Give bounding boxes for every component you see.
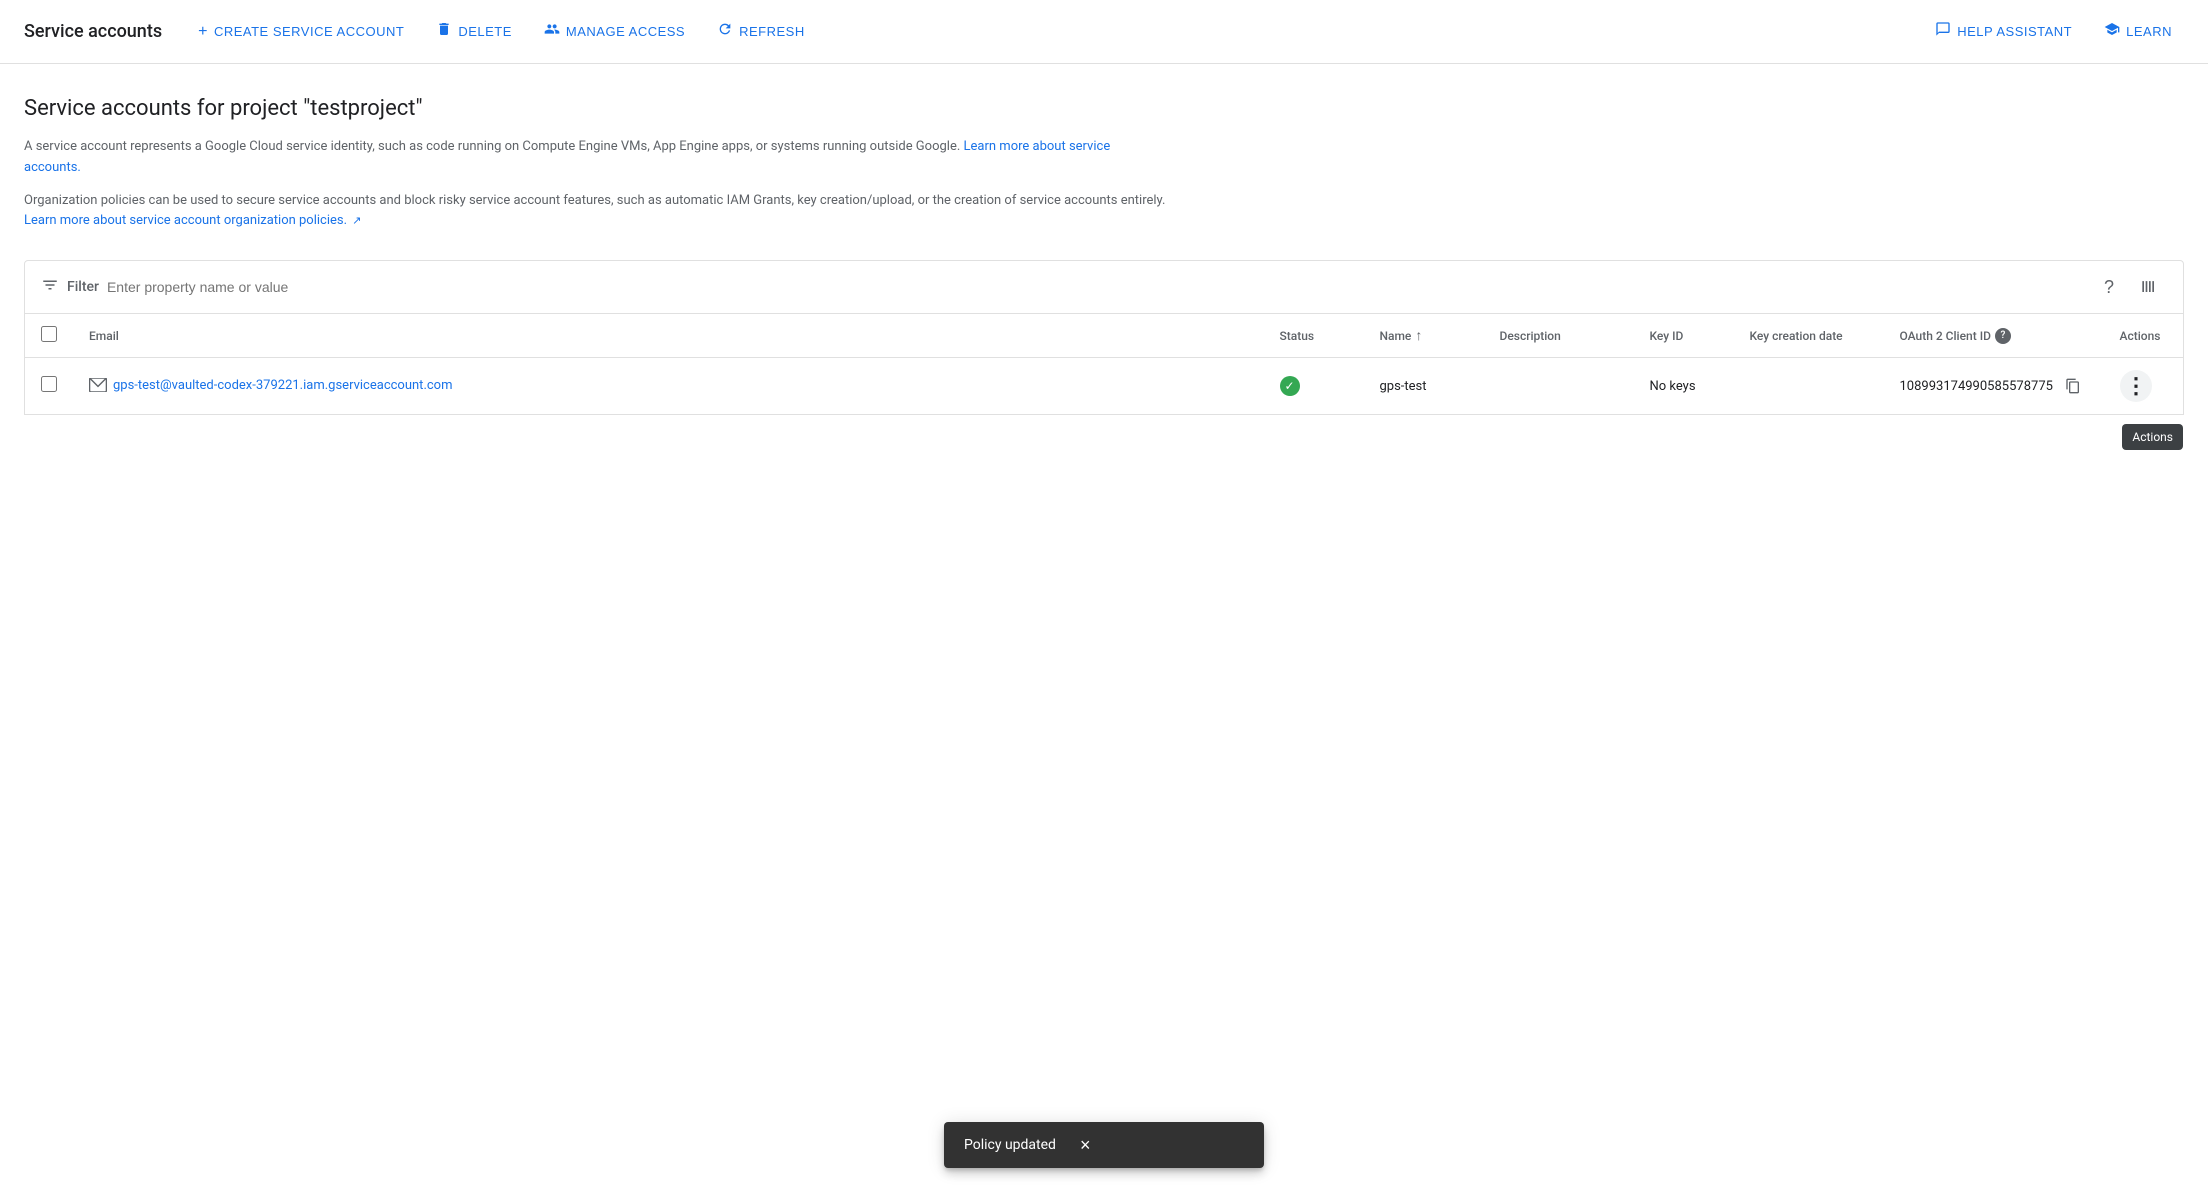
row-status-cell: ✓ bbox=[1264, 358, 1364, 415]
th-description: Description bbox=[1484, 314, 1634, 358]
snackbar: Policy updated × bbox=[944, 1122, 1264, 1168]
snackbar-close-button[interactable]: × bbox=[1080, 1136, 1091, 1154]
service-account-email-icon bbox=[89, 377, 107, 396]
email-link[interactable]: gps-test@vaulted-codex-379221.iam.gservi… bbox=[89, 376, 1248, 396]
oauth-id-container: 108993174990585578775 bbox=[1900, 372, 2088, 400]
row-checkbox[interactable] bbox=[41, 376, 57, 392]
snackbar-message: Policy updated bbox=[964, 1137, 1056, 1153]
row-email-cell: gps-test@vaulted-codex-379221.iam.gservi… bbox=[73, 358, 1264, 415]
help-assistant-button[interactable]: HELP ASSISTANT bbox=[1923, 13, 2084, 50]
th-status: Status bbox=[1264, 314, 1364, 358]
copy-oauth-id-button[interactable] bbox=[2059, 372, 2087, 400]
create-service-account-button[interactable]: + CREATE SERVICE ACCOUNT bbox=[186, 15, 416, 49]
row-description-cell bbox=[1484, 358, 1634, 415]
oauth-header-with-help: OAuth 2 Client ID ? bbox=[1900, 328, 2011, 344]
th-email: Email bbox=[73, 314, 1264, 358]
help-icon-btn[interactable]: ? bbox=[2091, 269, 2127, 305]
learn-icon bbox=[2104, 21, 2120, 42]
learn-org-policy-link[interactable]: Learn more about service account organiz… bbox=[24, 213, 362, 228]
learn-button[interactable]: LEARN bbox=[2092, 13, 2184, 50]
org-policy-text: Organization policies can be used to sec… bbox=[24, 191, 1224, 233]
th-key-id: Key ID bbox=[1634, 314, 1734, 358]
email-text: gps-test@vaulted-codex-379221.iam.gservi… bbox=[113, 376, 453, 396]
th-name[interactable]: Name ↑ bbox=[1364, 314, 1484, 358]
th-oauth-client-id: OAuth 2 Client ID ? bbox=[1884, 314, 2104, 358]
main-content: Service accounts for project "testprojec… bbox=[0, 64, 2208, 447]
select-all-header bbox=[25, 314, 74, 358]
row-name-cell: gps-test bbox=[1364, 358, 1484, 415]
table-header-row: Email Status Name ↑ Description Key ID bbox=[25, 314, 2184, 358]
three-dot-icon: ⋮ bbox=[2125, 373, 2146, 399]
filter-bar: Filter ? bbox=[24, 260, 2184, 314]
toolbar: Service accounts + CREATE SERVICE ACCOUN… bbox=[0, 0, 2208, 64]
filter-icon bbox=[41, 276, 59, 298]
manage-access-button[interactable]: MANAGE ACCESS bbox=[532, 13, 697, 50]
page-heading: Service accounts for project "testprojec… bbox=[24, 96, 2184, 121]
copy-icon bbox=[2065, 378, 2081, 394]
th-actions: Actions bbox=[2104, 314, 2184, 358]
table-row: gps-test@vaulted-codex-379221.iam.gservi… bbox=[25, 358, 2184, 415]
sort-arrow-icon: ↑ bbox=[1415, 327, 1422, 344]
external-link-icon: ↗ bbox=[352, 214, 361, 227]
columns-icon bbox=[2139, 277, 2159, 297]
columns-toggle-btn[interactable] bbox=[2131, 269, 2167, 305]
filter-bar-actions: ? bbox=[2091, 269, 2167, 305]
plus-icon: + bbox=[198, 23, 208, 41]
row-oauth-cell: 108993174990585578775 bbox=[1884, 358, 2104, 415]
row-key-creation-cell bbox=[1734, 358, 1884, 415]
actions-tooltip: Actions bbox=[2122, 424, 2183, 450]
refresh-button[interactable]: REFRESH bbox=[705, 13, 817, 50]
page-title: Service accounts bbox=[24, 21, 162, 42]
delete-icon bbox=[436, 21, 452, 42]
oauth-help-icon[interactable]: ? bbox=[1995, 328, 2011, 344]
status-active-icon: ✓ bbox=[1280, 376, 1300, 396]
row-key-id-cell: No keys bbox=[1634, 358, 1734, 415]
refresh-icon bbox=[717, 21, 733, 42]
manage-access-icon bbox=[544, 21, 560, 42]
th-key-creation-date: Key creation date bbox=[1734, 314, 1884, 358]
row-actions-cell: ⋮ Actions bbox=[2104, 358, 2184, 415]
filter-label: Filter bbox=[67, 279, 99, 295]
row-actions-button[interactable]: ⋮ bbox=[2120, 370, 2152, 402]
question-mark-icon: ? bbox=[2104, 277, 2114, 298]
help-assistant-icon bbox=[1935, 21, 1951, 42]
service-accounts-table: Email Status Name ↑ Description Key ID bbox=[24, 314, 2184, 415]
row-checkbox-cell bbox=[25, 358, 74, 415]
name-sort-header: Name ↑ bbox=[1380, 327, 1468, 344]
filter-input[interactable] bbox=[107, 279, 2083, 295]
description-text: A service account represents a Google Cl… bbox=[24, 137, 1124, 179]
select-all-checkbox[interactable] bbox=[41, 326, 57, 342]
delete-button[interactable]: DELETE bbox=[424, 13, 524, 50]
